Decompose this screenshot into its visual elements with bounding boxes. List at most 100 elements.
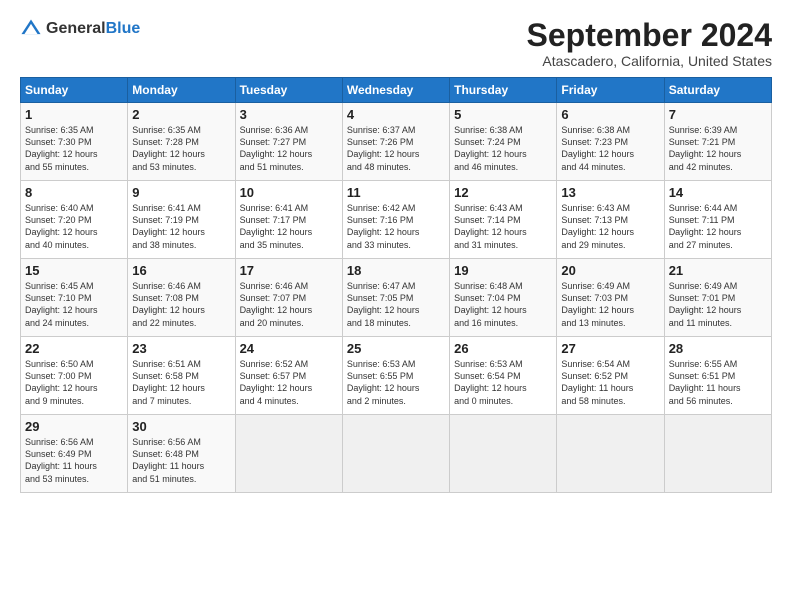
day-number: 8: [25, 185, 123, 200]
day-info: Sunrise: 6:54 AM Sunset: 6:52 PM Dayligh…: [561, 359, 633, 405]
page-container: GeneralBlue September 2024 Atascadero, C…: [0, 0, 792, 503]
table-row: 15 Sunrise: 6:45 AM Sunset: 7:10 PM Dayli…: [21, 259, 128, 337]
header: GeneralBlue September 2024 Atascadero, C…: [20, 18, 772, 69]
table-row: 17 Sunrise: 6:46 AM Sunset: 7:07 PM Dayli…: [235, 259, 342, 337]
day-number: 16: [132, 263, 230, 278]
day-number: 18: [347, 263, 445, 278]
table-row: 8 Sunrise: 6:40 AM Sunset: 7:20 PM Daylig…: [21, 181, 128, 259]
day-number: 20: [561, 263, 659, 278]
col-friday: Friday: [557, 78, 664, 103]
page-title: September 2024: [527, 18, 772, 53]
day-info: Sunrise: 6:39 AM Sunset: 7:21 PM Dayligh…: [669, 125, 742, 171]
day-info: Sunrise: 6:38 AM Sunset: 7:23 PM Dayligh…: [561, 125, 634, 171]
table-row: 11Sunrise: 6:42 AM Sunset: 7:16 PM Dayli…: [342, 181, 449, 259]
table-row: 27 Sunrise: 6:54 AM Sunset: 6:52 PM Dayli…: [557, 337, 664, 415]
table-row: [557, 415, 664, 493]
day-info: Sunrise: 6:52 AM Sunset: 6:57 PM Dayligh…: [240, 359, 313, 405]
col-sunday: Sunday: [21, 78, 128, 103]
day-number: 5: [454, 107, 552, 122]
day-number: 27: [561, 341, 659, 356]
day-info: Sunrise: 6:35 AM Sunset: 7:30 PM Dayligh…: [25, 125, 98, 171]
table-row: 2Sunrise: 6:35 AM Sunset: 7:28 PM Daylig…: [128, 103, 235, 181]
day-number: 19: [454, 263, 552, 278]
day-number: 13: [561, 185, 659, 200]
col-wednesday: Wednesday: [342, 78, 449, 103]
day-info: Sunrise: 6:56 AM Sunset: 6:49 PM Dayligh…: [25, 437, 97, 483]
day-info: Sunrise: 6:37 AM Sunset: 7:26 PM Dayligh…: [347, 125, 420, 171]
table-row: [450, 415, 557, 493]
day-number: 26: [454, 341, 552, 356]
table-row: 24Sunrise: 6:52 AM Sunset: 6:57 PM Dayli…: [235, 337, 342, 415]
table-row: 10 Sunrise: 6:41 AM Sunset: 7:17 PM Dayli…: [235, 181, 342, 259]
day-info: Sunrise: 6:51 AM Sunset: 6:58 PM Dayligh…: [132, 359, 205, 405]
day-number: 23: [132, 341, 230, 356]
col-saturday: Saturday: [664, 78, 771, 103]
table-row: 25Sunrise: 6:53 AM Sunset: 6:55 PM Dayli…: [342, 337, 449, 415]
day-number: 15: [25, 263, 123, 278]
day-info: Sunrise: 6:40 AM Sunset: 7:20 PM Dayligh…: [25, 203, 98, 249]
table-row: 6 Sunrise: 6:38 AM Sunset: 7:23 PM Daylig…: [557, 103, 664, 181]
day-info: Sunrise: 6:55 AM Sunset: 6:51 PM Dayligh…: [669, 359, 741, 405]
day-number: 30: [132, 419, 230, 434]
table-row: 12 Sunrise: 6:43 AM Sunset: 7:14 PM Dayli…: [450, 181, 557, 259]
day-info: Sunrise: 6:45 AM Sunset: 7:10 PM Dayligh…: [25, 281, 98, 327]
day-number: 29: [25, 419, 123, 434]
day-number: 28: [669, 341, 767, 356]
day-number: 12: [454, 185, 552, 200]
day-info: Sunrise: 6:48 AM Sunset: 7:04 PM Dayligh…: [454, 281, 527, 327]
table-row: [235, 415, 342, 493]
day-info: Sunrise: 6:41 AM Sunset: 7:17 PM Dayligh…: [240, 203, 313, 249]
page-subtitle: Atascadero, California, United States: [527, 53, 772, 69]
calendar-header-row: Sunday Monday Tuesday Wednesday Thursday…: [21, 78, 772, 103]
day-number: 21: [669, 263, 767, 278]
table-row: 13 Sunrise: 6:43 AM Sunset: 7:13 PM Dayli…: [557, 181, 664, 259]
day-number: 2: [132, 107, 230, 122]
day-number: 3: [240, 107, 338, 122]
day-info: Sunrise: 6:53 AM Sunset: 6:54 PM Dayligh…: [454, 359, 527, 405]
table-row: 23 Sunrise: 6:51 AM Sunset: 6:58 PM Dayli…: [128, 337, 235, 415]
table-row: 20 Sunrise: 6:49 AM Sunset: 7:03 PM Dayli…: [557, 259, 664, 337]
logo-blue: Blue: [106, 20, 141, 38]
table-row: 29 Sunrise: 6:56 AM Sunset: 6:49 PM Dayli…: [21, 415, 128, 493]
table-row: 18 Sunrise: 6:47 AM Sunset: 7:05 PM Dayli…: [342, 259, 449, 337]
table-row: 7 Sunrise: 6:39 AM Sunset: 7:21 PM Daylig…: [664, 103, 771, 181]
day-number: 6: [561, 107, 659, 122]
day-info: Sunrise: 6:43 AM Sunset: 7:13 PM Dayligh…: [561, 203, 634, 249]
col-monday: Monday: [128, 78, 235, 103]
table-row: 26 Sunrise: 6:53 AM Sunset: 6:54 PM Dayli…: [450, 337, 557, 415]
logo: GeneralBlue: [20, 18, 140, 40]
calendar-table: Sunday Monday Tuesday Wednesday Thursday…: [20, 77, 772, 493]
table-row: 9Sunrise: 6:41 AM Sunset: 7:19 PM Daylig…: [128, 181, 235, 259]
day-info: Sunrise: 6:46 AM Sunset: 7:08 PM Dayligh…: [132, 281, 205, 327]
day-info: Sunrise: 6:47 AM Sunset: 7:05 PM Dayligh…: [347, 281, 420, 327]
day-info: Sunrise: 6:46 AM Sunset: 7:07 PM Dayligh…: [240, 281, 313, 327]
day-info: Sunrise: 6:56 AM Sunset: 6:48 PM Dayligh…: [132, 437, 204, 483]
day-number: 7: [669, 107, 767, 122]
day-info: Sunrise: 6:44 AM Sunset: 7:11 PM Dayligh…: [669, 203, 742, 249]
day-info: Sunrise: 6:43 AM Sunset: 7:14 PM Dayligh…: [454, 203, 527, 249]
day-info: Sunrise: 6:53 AM Sunset: 6:55 PM Dayligh…: [347, 359, 420, 405]
day-info: Sunrise: 6:50 AM Sunset: 7:00 PM Dayligh…: [25, 359, 98, 405]
logo-general: General: [46, 20, 106, 38]
day-info: Sunrise: 6:42 AM Sunset: 7:16 PM Dayligh…: [347, 203, 420, 249]
day-number: 22: [25, 341, 123, 356]
table-row: 14Sunrise: 6:44 AM Sunset: 7:11 PM Dayli…: [664, 181, 771, 259]
day-info: Sunrise: 6:36 AM Sunset: 7:27 PM Dayligh…: [240, 125, 313, 171]
col-thursday: Thursday: [450, 78, 557, 103]
day-info: Sunrise: 6:49 AM Sunset: 7:03 PM Dayligh…: [561, 281, 634, 327]
day-number: 1: [25, 107, 123, 122]
day-number: 9: [132, 185, 230, 200]
title-block: September 2024 Atascadero, California, U…: [527, 18, 772, 69]
table-row: 22 Sunrise: 6:50 AM Sunset: 7:00 PM Dayli…: [21, 337, 128, 415]
logo-text: GeneralBlue: [46, 20, 140, 38]
day-number: 4: [347, 107, 445, 122]
table-row: 3 Sunrise: 6:36 AM Sunset: 7:27 PM Daylig…: [235, 103, 342, 181]
table-row: 16 Sunrise: 6:46 AM Sunset: 7:08 PM Dayli…: [128, 259, 235, 337]
table-row: [342, 415, 449, 493]
day-number: 10: [240, 185, 338, 200]
day-number: 17: [240, 263, 338, 278]
table-row: 28 Sunrise: 6:55 AM Sunset: 6:51 PM Dayli…: [664, 337, 771, 415]
table-row: [664, 415, 771, 493]
logo-icon: [20, 18, 42, 40]
table-row: 1 Sunrise: 6:35 AM Sunset: 7:30 PM Daylig…: [21, 103, 128, 181]
